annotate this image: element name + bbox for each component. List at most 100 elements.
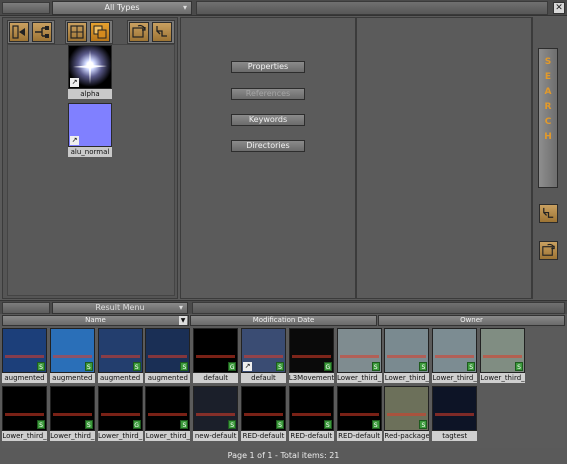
result-label: L3Movement	[288, 373, 334, 383]
type-badge: S	[132, 362, 141, 371]
result-item[interactable]: S Lower_third_	[384, 328, 430, 384]
asset-item[interactable]: ↗ alu_normal	[68, 103, 112, 157]
thumbnail-strip	[196, 412, 236, 416]
thumbnail-strip	[291, 354, 331, 358]
tree-toolbar-group-1	[7, 20, 55, 44]
column-name-label: Name	[85, 316, 106, 324]
shortcut-link-icon: ↗	[70, 136, 79, 145]
result-item[interactable]: S Lower_third_	[2, 386, 47, 442]
result-thumbnail: S	[432, 328, 478, 373]
asset-label: alpha	[68, 89, 112, 99]
search-letter: R	[544, 102, 552, 112]
top-grip[interactable]	[2, 2, 50, 14]
thumbnail-strip	[244, 354, 283, 358]
type-badge: S	[323, 420, 332, 429]
thumbnail-strip	[387, 412, 427, 416]
result-item[interactable]: S RED-default	[241, 386, 286, 442]
side-refresh-button[interactable]	[539, 241, 558, 260]
result-item[interactable]: S ↗ default	[241, 328, 286, 384]
tree-expand-button[interactable]	[9, 22, 29, 42]
result-item[interactable]: Saugmented	[97, 328, 143, 384]
result-thumbnail: S	[384, 386, 430, 431]
thumbnail-strip	[100, 354, 140, 358]
result-menu-label: Result Menu	[95, 303, 145, 312]
result-item[interactable]: Saugmented	[145, 328, 191, 384]
search-letter: A	[544, 87, 552, 97]
result-item[interactable]: Gdefault	[193, 328, 239, 384]
search-letters: S E A R C H	[539, 55, 557, 145]
result-item[interactable]: G Lower_third_	[97, 386, 143, 442]
side-tree-button[interactable]	[539, 204, 558, 223]
column-header: Name ▼ Modification Date Owner	[2, 315, 565, 326]
column-modification-date[interactable]: Modification Date	[190, 315, 377, 326]
search-tab[interactable]: S E A R C H	[538, 48, 558, 188]
type-badge: S	[371, 420, 380, 429]
result-thumbnail: S	[241, 386, 286, 431]
shortcut-link-icon: ↗	[243, 362, 252, 371]
result-item[interactable]: S Lower_third_	[480, 328, 525, 384]
result-label: default	[241, 373, 286, 383]
tree-toolbar-group-2	[65, 20, 113, 44]
type-badge: S	[515, 362, 523, 371]
folder-view-active-button[interactable]	[90, 22, 110, 42]
sort-down-icon[interactable]: ▼	[179, 316, 187, 325]
type-badge: S	[180, 362, 189, 371]
hierarchy-button[interactable]	[152, 22, 172, 42]
tree-panel: ↗ alpha ↗ alu_normal	[2, 17, 178, 299]
result-item[interactable]: S Lower_third_	[49, 386, 95, 442]
refresh-icon	[132, 24, 146, 38]
result-item[interactable]: Saugmented	[2, 328, 47, 384]
result-label: Lower_third_	[49, 431, 95, 441]
asset-label: alu_normal	[68, 147, 112, 157]
keywords-button[interactable]: Keywords	[231, 114, 305, 126]
result-item[interactable]: Snew-default	[193, 386, 239, 442]
result-item[interactable]: S Lower_third_	[432, 328, 478, 384]
asset-item[interactable]: ↗ alpha	[68, 45, 112, 99]
result-label: augmented	[49, 373, 95, 383]
type-badge: S	[419, 362, 428, 371]
result-thumbnail: S ↗	[241, 328, 286, 373]
tree-icon	[543, 207, 554, 218]
result-grip[interactable]	[2, 302, 50, 314]
type-filter-label: All Types	[104, 3, 140, 12]
result-label: Lower_third_	[480, 373, 525, 383]
column-owner[interactable]: Owner	[378, 315, 565, 326]
folder-view-button[interactable]	[67, 22, 87, 42]
result-item[interactable]: G L3Movement	[288, 328, 334, 384]
directories-button[interactable]: Directories	[231, 140, 305, 152]
result-item[interactable]: Saugmented	[49, 328, 95, 384]
result-thumbnail: S	[193, 386, 239, 431]
chevron-down-icon: ▾	[178, 303, 183, 312]
type-badge: S	[467, 362, 476, 371]
search-letter: C	[544, 117, 552, 127]
result-item[interactable]: S Red-package	[384, 386, 430, 442]
result-thumbnail: S	[145, 386, 191, 431]
type-badge: S	[84, 420, 93, 429]
result-thumbnail: G	[193, 328, 239, 373]
type-badge: S	[84, 362, 93, 371]
result-item[interactable]: tagtest	[432, 386, 478, 442]
tree-expand-icon	[12, 25, 25, 39]
result-item[interactable]: S RED-default	[336, 386, 382, 442]
result-item[interactable]: S RED-default	[288, 386, 334, 442]
column-name[interactable]: Name ▼	[2, 315, 189, 326]
result-label: augmented	[145, 373, 191, 383]
result-item[interactable]: S Lower_third_	[336, 328, 382, 384]
asset-thumbnail: ↗	[68, 103, 112, 147]
close-button[interactable]: ✕	[553, 2, 565, 14]
result-thumbnail: S	[480, 328, 525, 373]
type-filter-dropdown[interactable]: All Types ▾	[52, 1, 192, 15]
result-label: Lower_third_	[384, 373, 430, 383]
tree-structure-icon	[35, 26, 49, 38]
refresh-button[interactable]	[129, 22, 149, 42]
references-button[interactable]: References	[231, 88, 305, 100]
result-menu-dropdown[interactable]: Result Menu ▾	[52, 302, 188, 314]
result-thumbnail: G	[288, 328, 334, 373]
result-item[interactable]: S Lower_third_	[145, 386, 191, 442]
tree-structure-button[interactable]	[32, 22, 52, 42]
result-thumbnail: S	[97, 328, 143, 373]
top-bar: All Types ▾ ✕	[0, 0, 567, 16]
thumbnail-strip	[148, 354, 188, 358]
properties-button[interactable]: Properties	[231, 61, 305, 73]
result-label: RED-default	[288, 431, 334, 441]
